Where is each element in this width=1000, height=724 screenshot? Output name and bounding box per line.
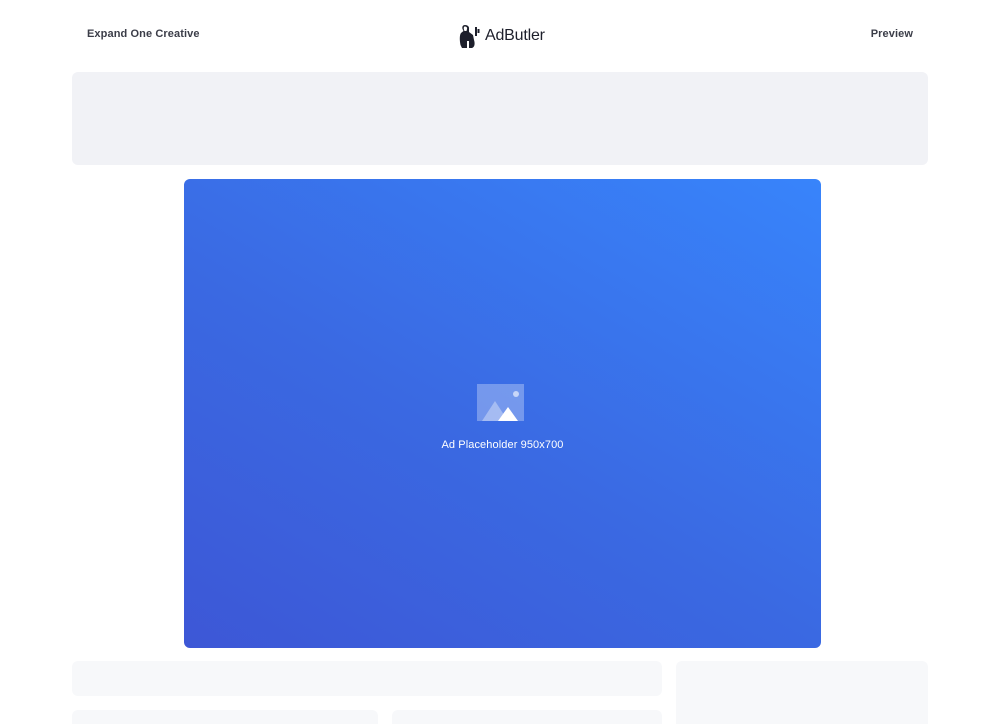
page-title: Expand One Creative <box>87 28 200 40</box>
adbutler-logo-icon <box>459 25 480 48</box>
brand-name: AdButler <box>485 27 545 44</box>
content-card-placeholder-1 <box>72 710 378 724</box>
preview-link[interactable]: Preview <box>871 28 913 40</box>
sidebar-placeholder <box>676 661 928 724</box>
content-placeholder-bar <box>72 661 662 696</box>
image-placeholder-icon <box>477 384 524 421</box>
ad-placeholder-label: Ad Placeholder 950x700 <box>441 439 564 451</box>
ad-placeholder[interactable]: Ad Placeholder 950x700 <box>184 179 821 648</box>
brand: AdButler <box>458 22 545 50</box>
page-header: Expand One Creative AdButler Preview <box>0 0 1000 72</box>
content-card-placeholder-2 <box>392 710 662 724</box>
top-banner-placeholder <box>72 72 928 165</box>
